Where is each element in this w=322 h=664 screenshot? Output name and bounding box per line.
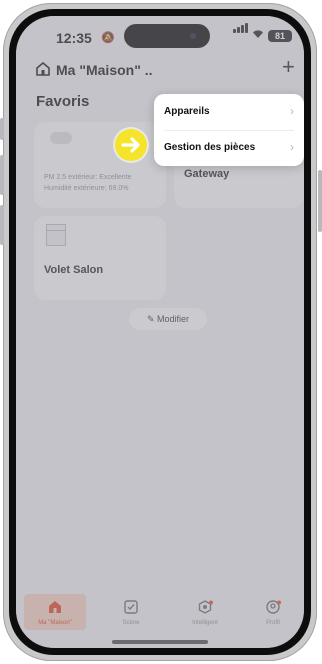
home-indicator[interactable] xyxy=(112,640,208,644)
volume-down-button xyxy=(0,205,4,245)
chevron-right-icon: › xyxy=(290,104,294,118)
menu-item-room-management[interactable]: Gestion des pièces › xyxy=(154,130,304,166)
menu-item-devices[interactable]: Appareils › xyxy=(154,94,304,130)
power-button xyxy=(318,170,322,232)
menu-item-room-management-label: Gestion des pièces xyxy=(164,142,256,153)
chevron-right-icon: › xyxy=(290,140,294,154)
add-menu: Appareils › Gestion des pièces › xyxy=(154,94,304,166)
side-button xyxy=(0,118,4,140)
volume-up-button xyxy=(0,155,4,195)
arrow-annotation-icon xyxy=(115,129,147,161)
screen: 12:35 🔕 81 Ma "Maison" .. + Favoris PM 2… xyxy=(16,16,304,648)
menu-item-devices-label: Appareils xyxy=(164,106,210,117)
